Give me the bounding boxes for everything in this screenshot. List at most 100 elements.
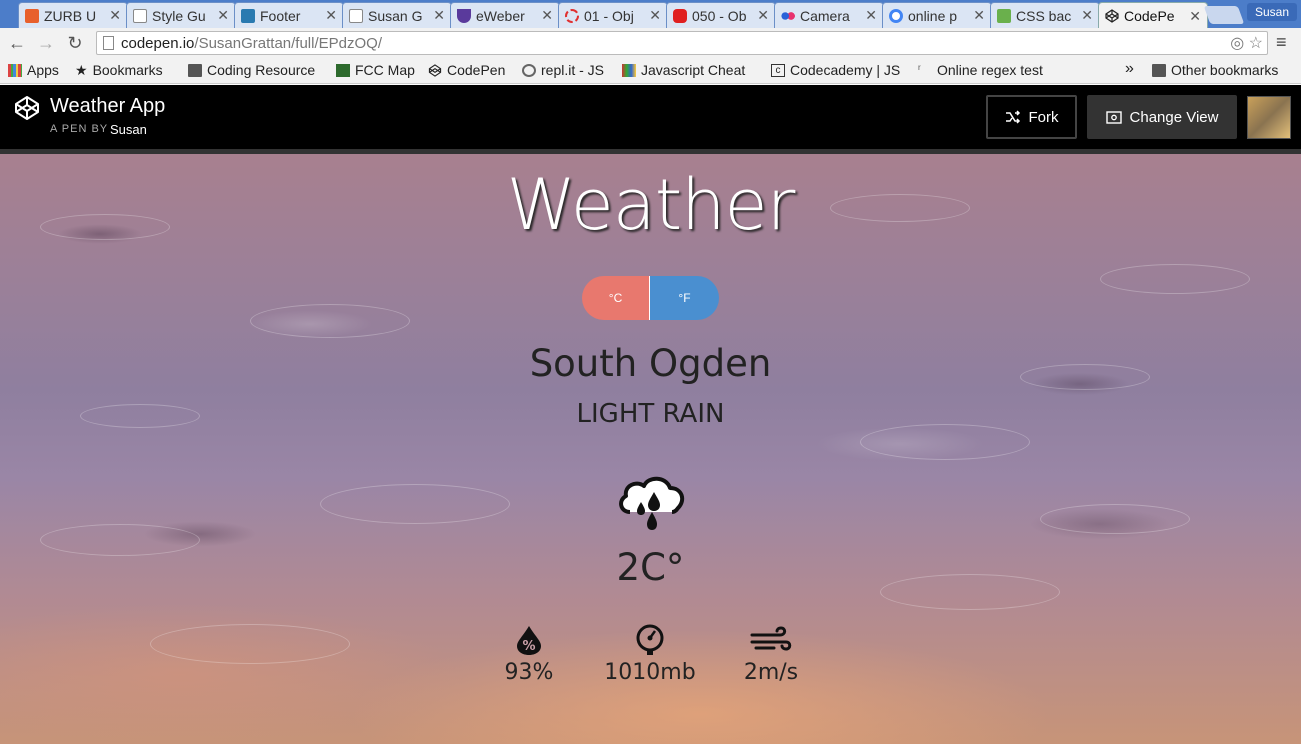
forward-arrow-icon[interactable]: → <box>35 32 57 54</box>
tab-zurb[interactable]: ZURB U ✕ <box>18 2 128 28</box>
bookmarks-overflow-chevron[interactable]: » <box>1125 60 1134 78</box>
omnibox-actions: ◎ ☆ <box>1230 33 1263 53</box>
browser-tab-strip: ZURB U ✕ Style Gu ✕ Footer ✕ Susan G ✕ e… <box>0 0 1301 29</box>
bookmark-other[interactable]: Other bookmarks <box>1152 62 1278 78</box>
bookmark-replit[interactable]: repl.it - JS <box>522 62 604 78</box>
zurb-favicon-icon <box>25 8 39 23</box>
close-icon[interactable]: ✕ <box>541 7 553 24</box>
tab-title: 01 - Obj <box>584 7 634 24</box>
barometer-icon <box>636 624 664 655</box>
close-icon[interactable]: ✕ <box>973 7 985 24</box>
url-path: /SusanGrattan/full/EPdzOQ/ <box>194 34 382 52</box>
bookmark-apps[interactable]: Apps <box>8 62 59 78</box>
humidity-stat: % 93% <box>469 624 589 685</box>
svg-text:%: % <box>522 639 535 654</box>
tab-codepen-active[interactable]: CodePe ✕ <box>1098 2 1208 29</box>
bookmark-label: Apps <box>27 62 59 78</box>
cloud-rain-icon <box>614 472 688 537</box>
close-icon[interactable]: ✕ <box>433 7 445 24</box>
fahrenheit-button[interactable]: °F <box>650 276 719 320</box>
bookmark-fcc-map[interactable]: FCC Map <box>336 62 415 78</box>
pressure-stat: 1010mb <box>590 624 710 685</box>
tab-title: Footer <box>260 7 301 24</box>
humidity-icon: % <box>517 626 541 655</box>
ripple <box>1100 264 1250 294</box>
new-tab-button[interactable] <box>1203 6 1245 24</box>
bookmark-label: Coding Resource <box>207 62 316 78</box>
close-icon[interactable]: ✕ <box>1081 7 1093 24</box>
ripple <box>860 424 1030 460</box>
bookmark-codecademy[interactable]: c Codecademy | JS <box>771 62 900 78</box>
flickr-favicon-icon <box>781 8 795 23</box>
bookmark-regex[interactable]: r Online regex test <box>918 62 1058 78</box>
change-view-button[interactable]: Change View <box>1087 95 1237 139</box>
pen-by-label: A PEN BY <box>50 123 109 135</box>
close-icon[interactable]: ✕ <box>1189 8 1201 25</box>
location-target-icon[interactable]: ◎ <box>1230 35 1244 52</box>
folder-icon <box>1152 63 1166 77</box>
tab-css-bac[interactable]: CSS bac ✕ <box>990 2 1100 28</box>
regex-icon: r <box>918 62 921 72</box>
cheatsheet-icon <box>622 63 636 77</box>
close-icon[interactable]: ✕ <box>325 7 337 24</box>
pen-title[interactable]: Weather App <box>50 95 165 118</box>
bookmark-star-icon[interactable]: ☆ <box>1249 35 1263 52</box>
close-icon[interactable]: ✕ <box>649 7 661 24</box>
unit-toggle: °C °F <box>582 276 719 320</box>
tab-01-obj[interactable]: 01 - Obj ✕ <box>558 2 668 28</box>
avatar[interactable] <box>1247 96 1291 139</box>
bookmark-label: Bookmarks <box>92 62 163 78</box>
tab-title: CodePe <box>1124 8 1175 24</box>
browser-toolbar: ← → ↻ codepen.io/SusanGrattan/full/EPdzO… <box>0 28 1301 58</box>
close-icon[interactable]: ✕ <box>109 7 121 24</box>
browser-menu-icon[interactable]: ≡ <box>1276 32 1287 53</box>
profile-button[interactable]: Susan <box>1246 3 1297 21</box>
star-icon: ★ <box>75 61 88 78</box>
ripple <box>250 304 410 338</box>
back-arrow-icon[interactable]: ← <box>6 32 28 54</box>
app-title: Weather <box>506 164 796 246</box>
tab-title: Susan G <box>368 7 423 24</box>
pen-author-link[interactable]: Susan <box>110 122 147 137</box>
tab-050-ob[interactable]: 050 - Ob ✕ <box>666 2 776 28</box>
close-icon[interactable]: ✕ <box>217 7 229 24</box>
codepen-logo-icon[interactable] <box>14 95 40 126</box>
celsius-button[interactable]: °C <box>582 276 650 320</box>
tab-eweber[interactable]: eWeber ✕ <box>450 2 560 28</box>
ripple <box>1040 504 1190 534</box>
bookmarks-bar: Apps ★ Bookmarks Coding Resource FCC Map… <box>0 58 1301 84</box>
tab-footer[interactable]: Footer ✕ <box>234 2 344 28</box>
codepen-header: Weather App A PEN BY Susan Fork Change V… <box>0 85 1301 149</box>
bookmark-label: Codecademy | JS <box>790 62 901 78</box>
close-icon[interactable]: ✕ <box>757 7 769 24</box>
google-favicon-icon <box>889 8 903 23</box>
close-icon[interactable]: ✕ <box>865 7 877 24</box>
page-favicon-icon <box>133 8 147 23</box>
zurb-favicon-icon <box>241 8 255 23</box>
tab-title: Camera <box>800 7 850 24</box>
tab-title: 050 - Ob <box>692 7 747 24</box>
bookmark-coding-resources[interactable]: Coding Resource <box>188 62 315 78</box>
tab-style-guide[interactable]: Style Gu ✕ <box>126 2 236 28</box>
bookmark-label: Online regex test <box>937 62 1043 78</box>
codecademy-icon: c <box>771 63 785 77</box>
temperature: 2C° <box>616 546 685 589</box>
wind-stat: 2m/s <box>711 624 831 685</box>
tab-online[interactable]: online p ✕ <box>882 2 992 28</box>
bookmark-label: Other bookmarks <box>1171 62 1279 78</box>
fork-button[interactable]: Fork <box>986 95 1077 139</box>
bookmark-bookmarks[interactable]: ★ Bookmarks <box>75 62 163 78</box>
tab-susan[interactable]: Susan G ✕ <box>342 2 452 28</box>
tab-title: ZURB U <box>44 7 97 24</box>
youtube-favicon-icon <box>673 8 687 23</box>
folder-icon <box>188 63 202 77</box>
pressure-value: 1010mb <box>604 660 696 685</box>
reload-icon[interactable]: ↻ <box>64 32 86 54</box>
address-bar[interactable]: codepen.io/SusanGrattan/full/EPdzOQ/ ◎ ☆ <box>96 31 1268 55</box>
bookmark-codepen[interactable]: CodePen <box>428 62 505 78</box>
view-icon <box>1105 110 1122 124</box>
tab-camera[interactable]: Camera ✕ <box>774 2 884 28</box>
bookmark-js-cheatsheet[interactable]: Javascript Cheat <box>622 62 745 78</box>
wind-icon <box>750 626 792 651</box>
humidity-value: 93% <box>504 660 554 685</box>
